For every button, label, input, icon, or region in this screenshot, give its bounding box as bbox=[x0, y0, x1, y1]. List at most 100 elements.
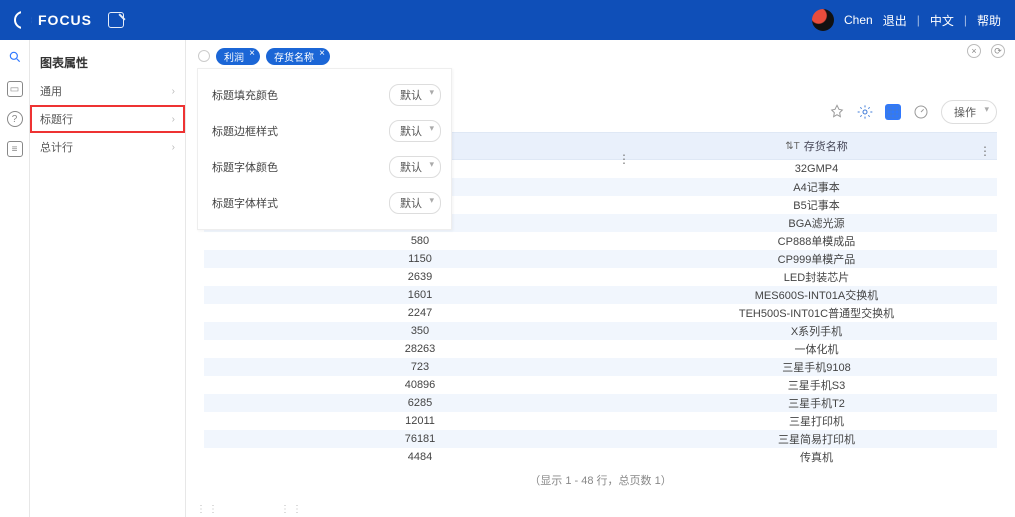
option-label: 标题填充颜色 bbox=[212, 87, 278, 103]
table-row[interactable]: 350X系列手机 bbox=[204, 322, 997, 340]
table-row[interactable]: 76181三星简易打印机 bbox=[204, 430, 997, 448]
topbar: FOCUS Chen 退出 | 中文 | 帮助 bbox=[0, 0, 1015, 40]
cell-name: 三星手机S3 bbox=[636, 377, 997, 393]
table-row[interactable]: 723三星手机9108 bbox=[204, 358, 997, 376]
cell-value: 28263 bbox=[204, 343, 636, 355]
cell-value: 6285 bbox=[204, 397, 636, 409]
cell-name: 32GMP4 bbox=[636, 163, 997, 175]
option-label: 标题字体样式 bbox=[212, 195, 278, 211]
cell-name: A4记事本 bbox=[636, 179, 997, 195]
cell-value: 723 bbox=[204, 361, 636, 373]
gear-icon[interactable] bbox=[857, 104, 873, 120]
column-menu-icon[interactable]: ⋮ bbox=[618, 152, 630, 166]
table-row[interactable]: 40896三星手机S3 bbox=[204, 376, 997, 394]
chevron-right-icon: › bbox=[172, 86, 175, 97]
close-icon[interactable]: × bbox=[967, 44, 981, 58]
cell-name: 三星简易打印机 bbox=[636, 431, 997, 447]
lang-link[interactable]: 中文 bbox=[930, 12, 954, 29]
option-label: 标题字体颜色 bbox=[212, 159, 278, 175]
table-row[interactable]: 12011三星打印机 bbox=[204, 412, 997, 430]
table-row[interactable]: 28263一体化机 bbox=[204, 340, 997, 358]
divider: | bbox=[917, 13, 920, 27]
brand-text: FOCUS bbox=[38, 12, 92, 28]
sidebar: 图表属性 通用 › 标题行 › 总计行 › bbox=[30, 40, 186, 517]
sidebar-item-label: 总计行 bbox=[40, 139, 73, 155]
sidebar-item-label: 通用 bbox=[40, 83, 62, 99]
option-font-style: 标题字体样式 默认 bbox=[212, 185, 441, 221]
divider: | bbox=[964, 13, 967, 27]
cell-name: LED封装芯片 bbox=[636, 269, 997, 285]
cell-name: 三星手机9108 bbox=[636, 359, 997, 375]
cell-name: CP999单模产品 bbox=[636, 251, 997, 267]
bookmark-icon[interactable]: ▭ bbox=[7, 81, 23, 97]
header-row-options-panel: 标题填充颜色 默认 标题边框样式 默认 标题字体颜色 默认 标题字体样式 默认 bbox=[197, 68, 452, 230]
option-select[interactable]: 默认 bbox=[389, 192, 441, 214]
avatar[interactable] bbox=[812, 9, 834, 31]
help-rail-icon[interactable]: ? bbox=[7, 111, 23, 127]
logo-icon bbox=[14, 11, 32, 29]
chip-stock-name[interactable]: 存货名称 bbox=[266, 48, 330, 65]
column-header-2[interactable]: ⇅T 存货名称 ⋮ bbox=[636, 138, 997, 154]
table-row[interactable]: 2247TEH500S-INT01C普通型交换机 bbox=[204, 304, 997, 322]
table-row[interactable]: 580CP888单模成品 bbox=[204, 232, 997, 250]
cell-name: B5记事本 bbox=[636, 197, 997, 213]
chip-add-icon[interactable] bbox=[198, 50, 210, 62]
cell-value: 1150 bbox=[204, 253, 636, 265]
table-row[interactable]: 1601MES600S-INT01A交换机 bbox=[204, 286, 997, 304]
table-row[interactable]: 2639LED封装芯片 bbox=[204, 268, 997, 286]
table-row[interactable]: 4484传真机 bbox=[204, 448, 997, 466]
cell-name: 三星打印机 bbox=[636, 413, 997, 429]
cell-name: 一体化机 bbox=[636, 341, 997, 357]
cell-value: 350 bbox=[204, 325, 636, 337]
cell-value: 1601 bbox=[204, 289, 636, 301]
help-link[interactable]: 帮助 bbox=[977, 12, 1001, 29]
resize-handles[interactable]: ⋮⋮⋮⋮ bbox=[196, 504, 304, 515]
search-icon[interactable] bbox=[8, 50, 22, 67]
option-select[interactable]: 默认 bbox=[389, 120, 441, 142]
cell-value: 12011 bbox=[204, 415, 636, 427]
cell-value: 2247 bbox=[204, 307, 636, 319]
sidebar-item-total-row[interactable]: 总计行 › bbox=[30, 133, 185, 161]
cell-name: CP888单模成品 bbox=[636, 233, 997, 249]
cell-name: 传真机 bbox=[636, 449, 997, 465]
cell-value: 2639 bbox=[204, 271, 636, 283]
cell-value: 580 bbox=[204, 235, 636, 247]
cell-value: 40896 bbox=[204, 379, 636, 391]
sidebar-item-general[interactable]: 通用 › bbox=[30, 77, 185, 105]
option-border-style: 标题边框样式 默认 bbox=[212, 113, 441, 149]
brand-logo[interactable]: FOCUS bbox=[14, 11, 92, 29]
compose-icon[interactable] bbox=[108, 12, 124, 28]
cell-name: TEH500S-INT01C普通型交换机 bbox=[636, 305, 997, 321]
cell-value: 4484 bbox=[204, 451, 636, 463]
speed-icon[interactable] bbox=[913, 104, 929, 120]
chip-profit[interactable]: 利润 bbox=[216, 48, 260, 65]
table-footer: （显示 1 - 48 行，总页数 1） bbox=[204, 466, 997, 494]
left-rail: ▭ ? ≡ bbox=[0, 40, 30, 517]
user-name[interactable]: Chen bbox=[844, 13, 873, 27]
table-view-icon[interactable] bbox=[885, 104, 901, 120]
logout-link[interactable]: 退出 bbox=[883, 12, 907, 29]
cell-name: MES600S-INT01A交换机 bbox=[636, 287, 997, 303]
operation-dropdown[interactable]: 操作 bbox=[941, 100, 997, 124]
cell-name: 三星手机T2 bbox=[636, 395, 997, 411]
option-label: 标题边框样式 bbox=[212, 123, 278, 139]
sidebar-title: 图表属性 bbox=[30, 48, 185, 77]
column-menu-icon[interactable]: ⋮ bbox=[979, 144, 991, 158]
chevron-right-icon: › bbox=[172, 142, 175, 153]
option-font-color: 标题字体颜色 默认 bbox=[212, 149, 441, 185]
sidebar-item-header-row[interactable]: 标题行 › bbox=[30, 105, 185, 133]
refresh-icon[interactable]: ⟳ bbox=[991, 44, 1005, 58]
pin-icon[interactable] bbox=[829, 104, 845, 120]
cell-value: 76181 bbox=[204, 433, 636, 445]
option-select[interactable]: 默认 bbox=[389, 84, 441, 106]
option-select[interactable]: 默认 bbox=[389, 156, 441, 178]
table-row[interactable]: 6285三星手机T2 bbox=[204, 394, 997, 412]
cell-name: BGA滤光源 bbox=[636, 215, 997, 231]
table-row[interactable]: 1150CP999单模产品 bbox=[204, 250, 997, 268]
cell-name: X系列手机 bbox=[636, 323, 997, 339]
chevron-right-icon: › bbox=[172, 114, 175, 125]
stack-icon[interactable]: ≡ bbox=[7, 141, 23, 157]
chip-bar: 利润 存货名称 × ⟳ bbox=[186, 40, 1015, 68]
sidebar-item-label: 标题行 bbox=[40, 111, 73, 127]
sort-icon: ⇅T bbox=[785, 141, 800, 152]
